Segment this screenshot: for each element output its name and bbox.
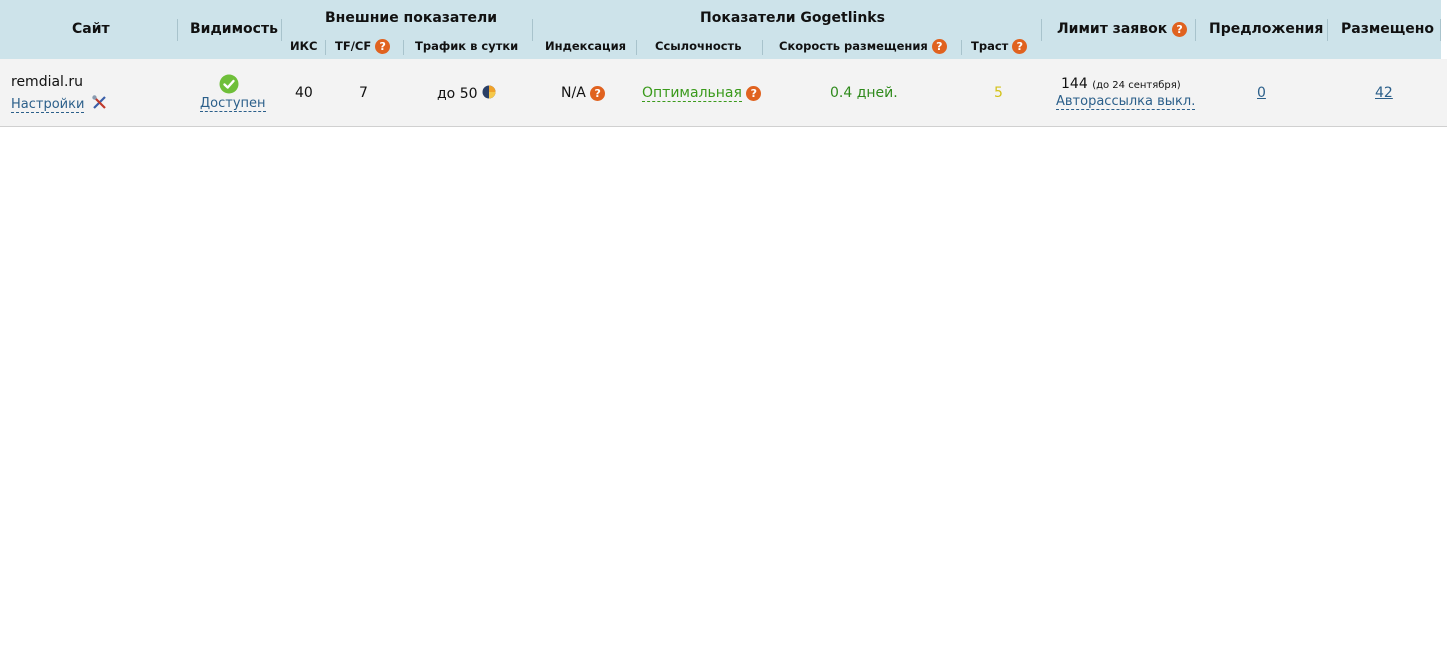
indexation-label: N/A (561, 85, 586, 101)
header-iks[interactable]: ИКС (290, 39, 317, 53)
table-header: Сайт Видимость Внешние показатели Показа… (0, 0, 1441, 59)
limit-number: 144 (1061, 76, 1088, 92)
offers-value[interactable]: 0 (1257, 85, 1266, 101)
header-external-group: Внешние показатели (325, 10, 498, 26)
header-trust-label: Траст (971, 39, 1009, 53)
question-icon[interactable]: ? (590, 85, 606, 101)
header-limit-label: Лимит заявок (1057, 21, 1168, 37)
site-name: remdial.ru (11, 74, 84, 90)
question-icon[interactable]: ? (1012, 39, 1028, 54)
column-divider (177, 19, 178, 41)
question-icon[interactable]: ? (931, 39, 947, 54)
column-divider (325, 40, 326, 55)
trust-value: 5 (994, 85, 1003, 101)
header-indexation[interactable]: Индексация (545, 39, 626, 53)
table-row: remdial.ru Настройки Доступен 40 7 до 50 (0, 59, 1447, 127)
column-divider (281, 19, 282, 41)
header-trust[interactable]: Траст ? (971, 39, 1028, 54)
linkness-value: Оптимальная ? (642, 85, 762, 102)
traffic-label: до 50 (437, 86, 478, 102)
tools-icon[interactable] (91, 94, 108, 115)
site-settings[interactable]: Настройки (11, 94, 108, 115)
column-divider (961, 40, 962, 55)
check-circle-icon (219, 74, 239, 98)
header-speed[interactable]: Скорость размещения ? (779, 39, 947, 54)
header-gogetlinks-group: Показатели Gogetlinks (700, 10, 885, 26)
traffic-value: до 50 (437, 85, 496, 103)
column-divider (1041, 19, 1042, 41)
sites-table: Сайт Видимость Внешние показатели Показа… (0, 0, 1447, 648)
header-speed-label: Скорость размещения (779, 39, 928, 53)
autosend-link[interactable]: Авторассылка выкл. (1056, 94, 1196, 110)
question-icon[interactable]: ? (746, 85, 762, 101)
header-site[interactable]: Сайт (72, 21, 110, 37)
column-divider (403, 40, 404, 55)
limit-value: 144 (до 24 сентября) (1061, 76, 1181, 92)
limit-date: (до 24 сентября) (1092, 80, 1181, 91)
offers-link[interactable]: 0 (1257, 85, 1266, 101)
iks-value: 40 (295, 85, 313, 101)
column-divider (532, 19, 533, 41)
linkness-link[interactable]: Оптимальная (642, 85, 742, 102)
speed-value: 0.4 дней. (830, 85, 898, 101)
placed-value[interactable]: 42 (1375, 85, 1393, 101)
header-visibility[interactable]: Видимость (190, 21, 278, 37)
column-divider (1327, 19, 1328, 41)
header-placed[interactable]: Размещено (1341, 21, 1434, 37)
column-divider (1440, 19, 1441, 41)
column-divider (1195, 19, 1196, 41)
header-tfcf-label: TF/CF (335, 39, 372, 53)
tfcf-value: 7 (359, 85, 368, 101)
column-divider (762, 40, 763, 55)
header-linkness[interactable]: Ссылочность (655, 39, 741, 53)
liveinternet-icon[interactable] (482, 85, 496, 103)
placed-link[interactable]: 42 (1375, 85, 1393, 101)
settings-link[interactable]: Настройки (11, 97, 85, 113)
header-tfcf[interactable]: TF/CF ? (335, 39, 391, 54)
visibility-status[interactable]: Доступен (200, 96, 266, 112)
question-icon[interactable]: ? (375, 39, 391, 54)
header-limit[interactable]: Лимит заявок ? (1057, 21, 1188, 37)
header-traffic[interactable]: Трафик в сутки (415, 39, 518, 53)
indexation-value: N/A ? (561, 85, 606, 101)
autosend-status[interactable]: Авторассылка выкл. (1056, 94, 1196, 110)
question-icon[interactable]: ? (1172, 21, 1188, 37)
header-offers[interactable]: Предложения (1209, 21, 1323, 37)
visibility-status-link[interactable]: Доступен (200, 96, 266, 112)
column-divider (636, 40, 637, 55)
